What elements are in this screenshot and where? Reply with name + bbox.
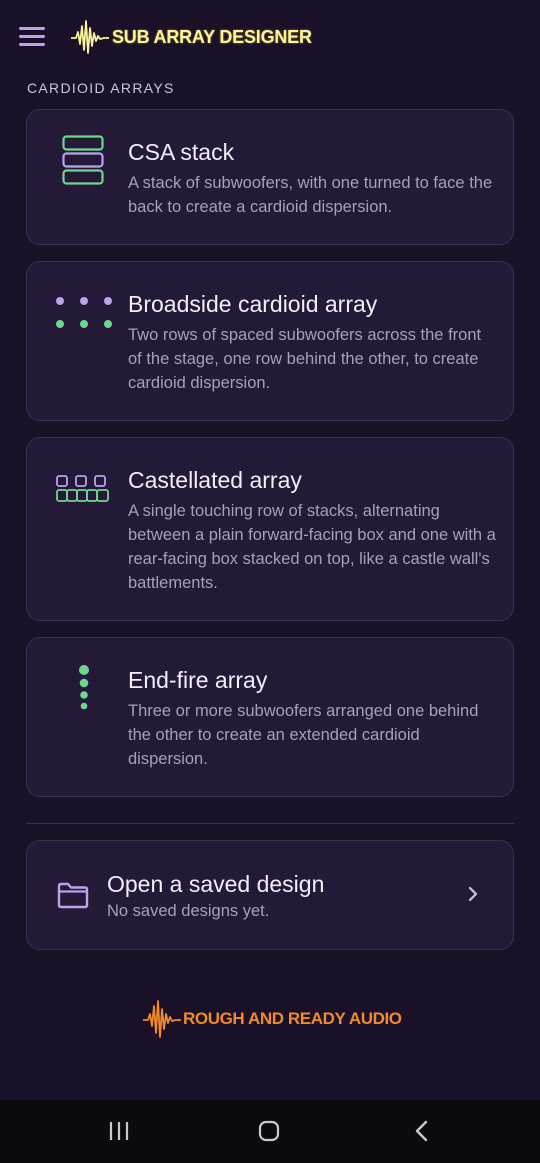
- app-title: SUB ARRAY DESIGNER: [112, 26, 312, 47]
- saved-title: Open a saved design: [107, 871, 325, 897]
- recents-icon[interactable]: [108, 1120, 130, 1142]
- card-description: A stack of subwoofers, with one turned t…: [128, 174, 493, 216]
- card-description: Two rows of spaced subwoofers across the…: [128, 326, 482, 392]
- back-icon[interactable]: [411, 1120, 433, 1142]
- footer-brand: ROUGH AND READY AUDIO: [183, 1009, 402, 1028]
- endfire-dots-icon: [79, 665, 89, 710]
- app-logo: SUB ARRAY DESIGNER: [70, 18, 312, 56]
- footer-logo: ROUGH AND READY AUDIO: [142, 998, 402, 1040]
- open-saved-design-button[interactable]: Open a saved design No saved designs yet…: [26, 840, 514, 950]
- chevron-right-icon: [468, 886, 478, 902]
- card-castellated[interactable]: Castellated array A single touching row …: [26, 437, 514, 621]
- card-title: End-fire array: [128, 667, 268, 693]
- castellated-icon: [56, 475, 109, 502]
- card-description: Three or more subwoofers arranged one be…: [128, 702, 479, 768]
- waveform-icon: [71, 20, 109, 54]
- divider: [26, 823, 514, 824]
- waveform-icon: [143, 1000, 181, 1038]
- home-icon[interactable]: [258, 1120, 280, 1142]
- card-csa-stack[interactable]: CSA stack A stack of subwoofers, with on…: [26, 109, 514, 245]
- csa-stack-icon: [62, 135, 104, 185]
- folder-icon: [57, 882, 89, 909]
- app-bar: SUB ARRAY DESIGNER: [0, 0, 540, 72]
- card-broadside-cardioid[interactable]: Broadside cardioid array Two rows of spa…: [26, 261, 514, 421]
- card-title: CSA stack: [128, 139, 235, 165]
- system-nav-bar: [0, 1100, 540, 1163]
- menu-icon[interactable]: [19, 27, 46, 47]
- broadside-dots-icon: [56, 297, 112, 328]
- card-title: Castellated array: [128, 467, 302, 493]
- card-title: Broadside cardioid array: [128, 291, 378, 317]
- card-description: A single touching row of stacks, alterna…: [128, 502, 496, 592]
- saved-subtitle: No saved designs yet.: [107, 902, 270, 920]
- card-end-fire[interactable]: End-fire array Three or more subwoofers …: [26, 637, 514, 797]
- section-label: CARDIOID ARRAYS: [27, 80, 175, 96]
